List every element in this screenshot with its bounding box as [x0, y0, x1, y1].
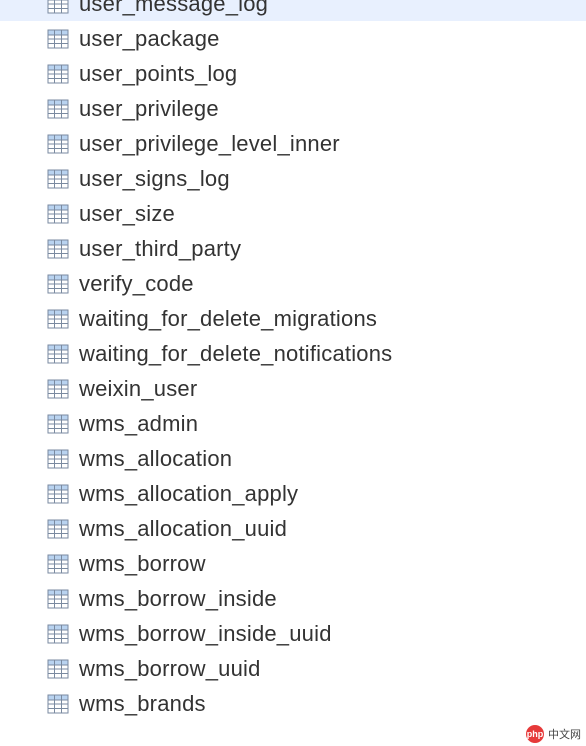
table-name-label: user_third_party	[79, 236, 241, 262]
table-icon	[47, 133, 69, 155]
table-item[interactable]: user_points_log	[0, 56, 586, 91]
table-item[interactable]: wms_admin	[0, 406, 586, 441]
table-item[interactable]: user_privilege	[0, 91, 586, 126]
table-icon	[47, 168, 69, 190]
table-name-label: user_signs_log	[79, 166, 230, 192]
table-item[interactable]: wms_brands	[0, 686, 586, 721]
table-icon	[47, 378, 69, 400]
table-name-label: wms_borrow_inside	[79, 586, 277, 612]
table-icon	[47, 343, 69, 365]
table-item[interactable]: user_privilege_level_inner	[0, 126, 586, 161]
watermark-text: 中文网	[548, 726, 581, 742]
table-icon	[47, 0, 69, 15]
table-icon	[47, 693, 69, 715]
table-icon	[47, 518, 69, 540]
table-name-label: waiting_for_delete_notifications	[79, 341, 392, 367]
watermark-badge: php	[526, 725, 544, 743]
table-item[interactable]: user_third_party	[0, 231, 586, 266]
table-name-label: waiting_for_delete_migrations	[79, 306, 377, 332]
table-icon	[47, 98, 69, 120]
table-icon	[47, 623, 69, 645]
table-icon	[47, 203, 69, 225]
table-icon	[47, 658, 69, 680]
table-item[interactable]: wms_allocation_uuid	[0, 511, 586, 546]
table-item[interactable]: user_signs_log	[0, 161, 586, 196]
table-name-label: user_points_log	[79, 61, 237, 87]
watermark: php 中文网	[523, 724, 584, 744]
table-name-label: user_message_log	[79, 0, 268, 17]
table-item[interactable]: user_message_log	[0, 0, 586, 21]
table-item[interactable]: verify_code	[0, 266, 586, 301]
table-name-label: wms_brands	[79, 691, 206, 717]
table-name-label: wms_allocation	[79, 446, 232, 472]
table-item[interactable]: waiting_for_delete_migrations	[0, 301, 586, 336]
table-name-label: user_privilege	[79, 96, 219, 122]
table-item[interactable]: wms_allocation_apply	[0, 476, 586, 511]
table-icon	[47, 238, 69, 260]
table-item[interactable]: user_size	[0, 196, 586, 231]
table-icon	[47, 308, 69, 330]
table-name-label: weixin_user	[79, 376, 197, 402]
table-icon	[47, 273, 69, 295]
table-name-label: wms_admin	[79, 411, 198, 437]
table-name-label: wms_borrow_uuid	[79, 656, 261, 682]
table-item[interactable]: wms_borrow	[0, 546, 586, 581]
table-icon	[47, 63, 69, 85]
table-icon	[47, 28, 69, 50]
table-name-label: wms_borrow	[79, 551, 206, 577]
table-icon	[47, 588, 69, 610]
table-name-label: wms_allocation_uuid	[79, 516, 287, 542]
table-item[interactable]: wms_borrow_inside_uuid	[0, 616, 586, 651]
table-name-label: user_size	[79, 201, 175, 227]
table-icon	[47, 413, 69, 435]
table-icon	[47, 448, 69, 470]
table-item[interactable]: wms_borrow_uuid	[0, 651, 586, 686]
table-item[interactable]: waiting_for_delete_notifications	[0, 336, 586, 371]
table-name-label: verify_code	[79, 271, 194, 297]
table-item[interactable]: user_package	[0, 21, 586, 56]
table-name-label: user_privilege_level_inner	[79, 131, 340, 157]
database-table-list: user_message_log user_package user_point…	[0, 0, 586, 721]
table-icon	[47, 483, 69, 505]
table-name-label: wms_allocation_apply	[79, 481, 298, 507]
table-item[interactable]: wms_borrow_inside	[0, 581, 586, 616]
table-name-label: user_package	[79, 26, 220, 52]
table-item[interactable]: wms_allocation	[0, 441, 586, 476]
table-name-label: wms_borrow_inside_uuid	[79, 621, 332, 647]
table-item[interactable]: weixin_user	[0, 371, 586, 406]
table-icon	[47, 553, 69, 575]
